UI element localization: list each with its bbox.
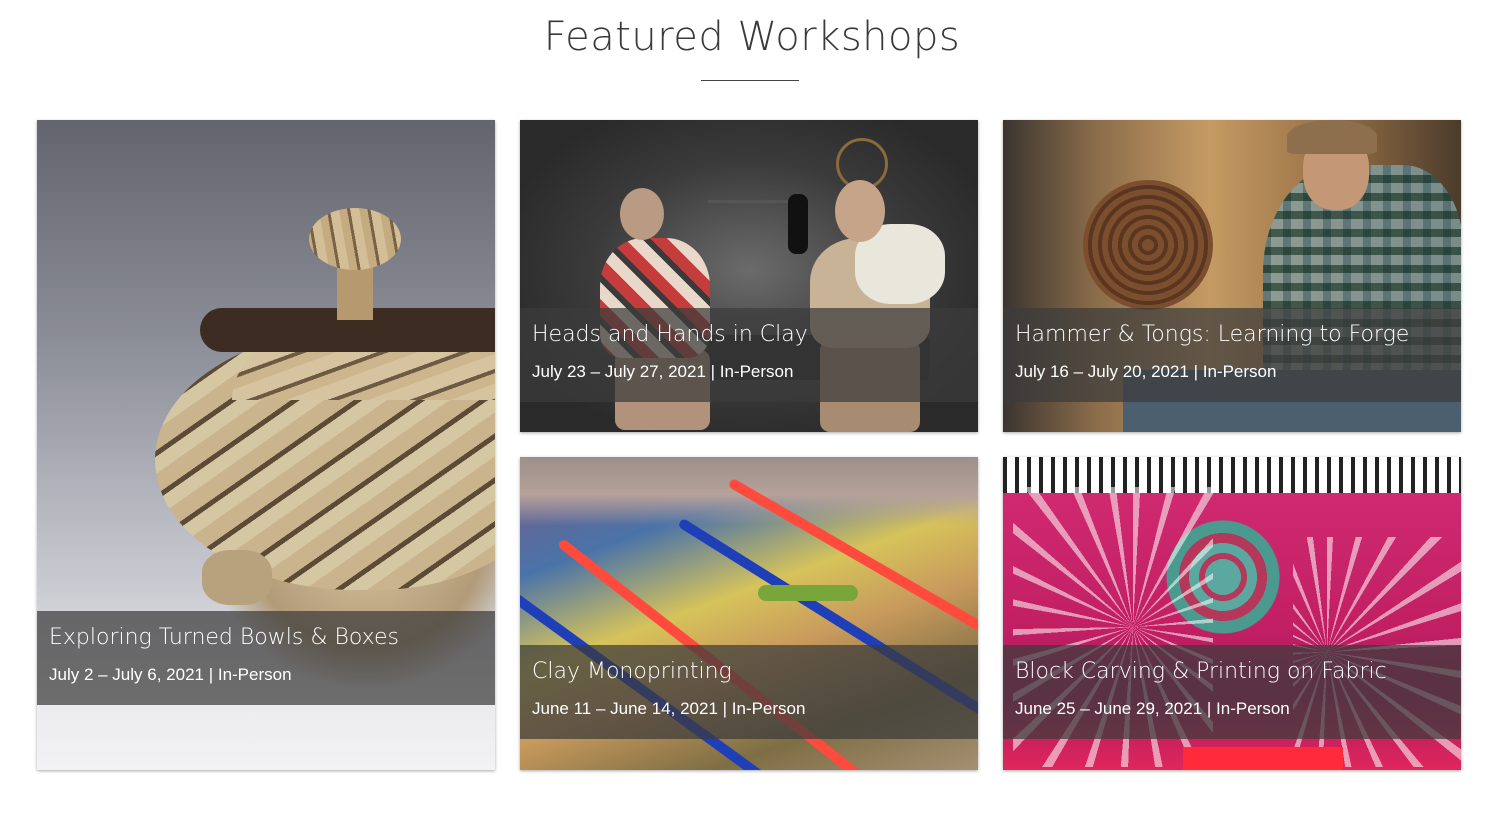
workshop-dates: June 25 – June 29, 2021 | In-Person xyxy=(1015,699,1290,718)
blacksmith-cap-shape xyxy=(1287,120,1377,154)
phone-rod-shape xyxy=(708,200,792,203)
figure-head-shape xyxy=(620,188,664,240)
workshop-title[interactable]: Block Carving & Printing on Fabric xyxy=(1015,659,1387,684)
workshop-dates: June 11 – June 14, 2021 | In-Person xyxy=(532,699,806,718)
workshop-caption: Exploring Turned Bowls & Boxes July 2 – … xyxy=(37,611,495,705)
workshop-caption: Hammer & Tongs: Learning to Forge July 1… xyxy=(1003,308,1461,402)
workshop-card-hammer-tongs[interactable]: Hammer & Tongs: Learning to Forge July 1… xyxy=(1003,120,1461,432)
workshop-title[interactable]: Heads and Hands in Clay xyxy=(532,322,808,347)
title-divider xyxy=(701,80,799,81)
workshop-caption: Clay Monoprinting June 11 – June 14, 202… xyxy=(520,645,978,739)
workshop-dates: July 16 – July 20, 2021 | In-Person xyxy=(1015,362,1277,381)
bowl-knob-shape xyxy=(309,208,401,270)
workshop-card-block-carving[interactable]: Block Carving & Printing on Fabric June … xyxy=(1003,457,1461,770)
workshop-card-clay-monoprinting[interactable]: Clay Monoprinting June 11 – June 14, 202… xyxy=(520,457,978,770)
workshop-card-heads-hands-clay[interactable]: Heads and Hands in Clay July 23 – July 2… xyxy=(520,120,978,432)
figure-head-shape xyxy=(835,180,885,242)
paint-blob-shape xyxy=(758,585,858,601)
workshop-title[interactable]: Exploring Turned Bowls & Boxes xyxy=(49,625,399,650)
phone-shape xyxy=(788,194,808,254)
workshop-dates: July 2 – July 6, 2021 | In-Person xyxy=(49,665,292,684)
workshop-card-turned-bowls[interactable]: Exploring Turned Bowls & Boxes July 2 – … xyxy=(37,120,495,770)
workshop-title[interactable]: Hammer & Tongs: Learning to Forge xyxy=(1015,322,1409,347)
workshop-caption: Heads and Hands in Clay July 23 – July 2… xyxy=(520,308,978,402)
bowl-foot-shape xyxy=(202,550,272,605)
hose-coil-shape xyxy=(1083,180,1213,310)
page-title: Featured Workshops xyxy=(543,14,961,60)
print-red-band-shape xyxy=(1183,747,1343,770)
workshop-caption: Block Carving & Printing on Fabric June … xyxy=(1003,645,1461,739)
workshop-dates: July 23 – July 27, 2021 | In-Person xyxy=(532,362,794,381)
workshop-title[interactable]: Clay Monoprinting xyxy=(532,659,732,684)
